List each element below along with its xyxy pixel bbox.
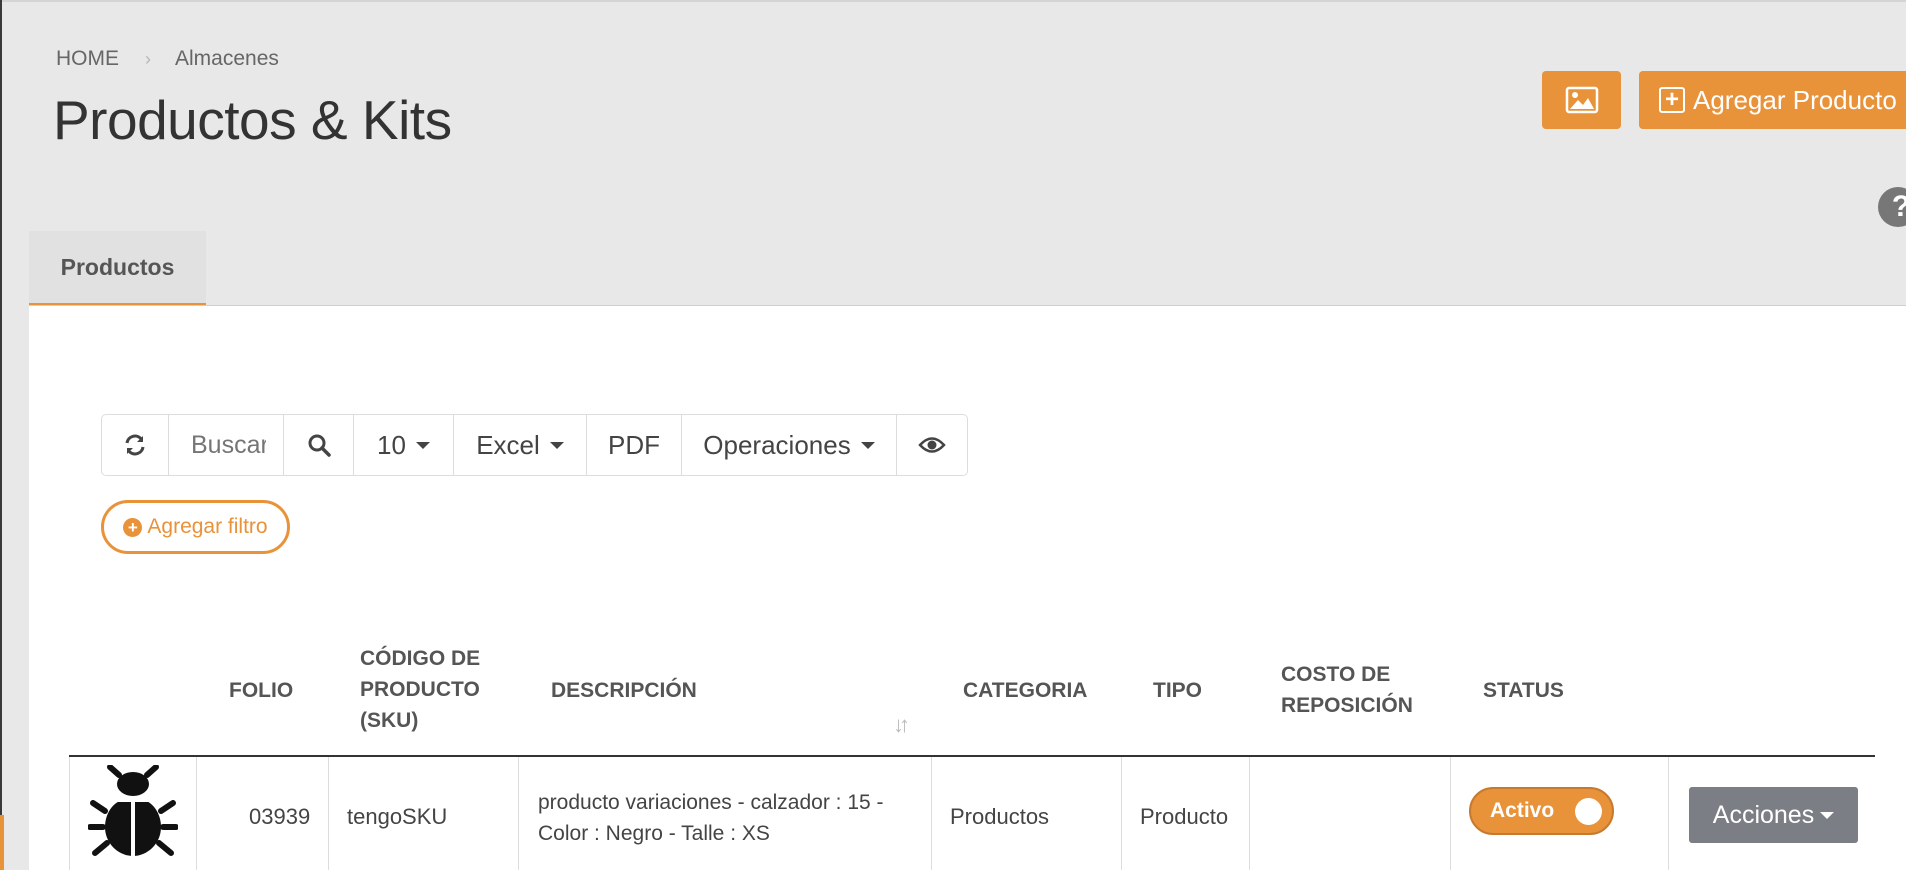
cell-border [328,757,329,870]
operations-label: Operaciones [703,429,851,460]
chevron-down-icon [415,441,430,449]
cell-sku: tengoSKU [347,804,448,829]
page-size-dropdown[interactable]: 10 [354,415,454,475]
cell-folio: 03939 [249,804,311,829]
tab-productos[interactable]: Productos [29,231,206,306]
cell-border [69,757,70,870]
header-sku-line3: (SKU) [360,709,419,732]
header-type[interactable]: TIPO [1153,675,1202,706]
actions-label: Acciones [1712,800,1815,829]
search-input[interactable] [191,430,266,460]
header-sku-line2: PRODUCTO [360,678,480,701]
description-line1: producto variaciones - calzador : 15 - [538,791,884,814]
columns-visibility-button[interactable] [897,415,967,475]
bug-icon [88,765,178,856]
table-toolbar: 10 Excel PDF Operaciones [101,414,968,476]
add-product-label: Agregar Producto [1693,84,1897,115]
image-button[interactable] [1542,71,1621,129]
search-icon [308,434,331,457]
description-line2: Color : Negro - Talle : XS [538,822,770,845]
plus-square-icon: + [1659,87,1685,113]
excel-export-dropdown[interactable]: Excel [454,415,587,475]
cell-border [1249,757,1250,870]
cell-border [518,757,519,870]
chevron-down-icon [860,441,875,449]
header-description[interactable]: DESCRIPCIÓN [551,675,697,706]
pdf-label: PDF [608,429,660,460]
add-product-button[interactable]: + Agregar Producto [1639,71,1906,129]
toggle-knob [1575,798,1602,825]
search-field[interactable] [169,415,284,475]
breadcrumb-current[interactable]: Almacenes [175,47,279,71]
page-title: Productos & Kits [53,89,452,151]
refresh-icon [125,434,145,456]
add-filter-button[interactable]: + Agregar filtro [101,500,290,554]
search-button[interactable] [284,415,354,475]
operations-dropdown[interactable]: Operaciones [682,415,897,475]
chevron-down-icon [1820,811,1835,819]
eye-icon [918,437,946,453]
table-header-divider [69,755,1875,757]
main-panel [29,306,1906,870]
header-cost-line2: REPOSICIÓN [1281,694,1413,717]
header-cost[interactable]: COSTO DE REPOSICIÓN [1281,659,1413,721]
image-icon [1565,86,1598,114]
breadcrumb: HOME › Almacenes [56,47,279,71]
cell-category: Productos [950,804,1050,829]
pdf-export-button[interactable]: PDF [587,415,682,475]
top-border [0,0,1906,2]
cell-border [196,757,197,870]
cell-border [931,757,932,870]
header-sku-line1: CÓDIGO DE [360,647,481,670]
header-cost-line1: COSTO DE [1281,663,1391,686]
excel-label: Excel [476,429,540,460]
refresh-button[interactable] [102,415,169,475]
add-filter-label: Agregar filtro [147,515,268,538]
chevron-down-icon [549,441,564,449]
left-accent-strip [0,815,4,870]
cell-description: producto variaciones - calzador : 15 - C… [538,787,918,849]
header-status[interactable]: STATUS [1483,675,1564,706]
status-label: Activo [1490,799,1555,822]
cell-border [1121,757,1122,870]
header-sku[interactable]: CÓDIGO DE PRODUCTO (SKU) [360,643,480,736]
window-left-edge [0,0,2,870]
plus-circle-icon: + [123,517,143,537]
cell-type: Producto [1140,804,1229,829]
header-category[interactable]: CATEGORIA [963,675,1087,706]
breadcrumb-separator: › [145,48,151,69]
cell-border [1668,757,1669,870]
actions-dropdown-button[interactable]: Acciones [1689,787,1858,843]
breadcrumb-home[interactable]: HOME [56,47,119,71]
status-toggle[interactable]: Activo [1469,787,1614,835]
page-size-value: 10 [377,429,406,460]
header-folio[interactable]: FOLIO [229,675,293,706]
cell-border [1450,757,1451,870]
sort-icon[interactable]: ↓↑ [893,712,910,738]
help-icon[interactable]: ? [1878,187,1906,227]
